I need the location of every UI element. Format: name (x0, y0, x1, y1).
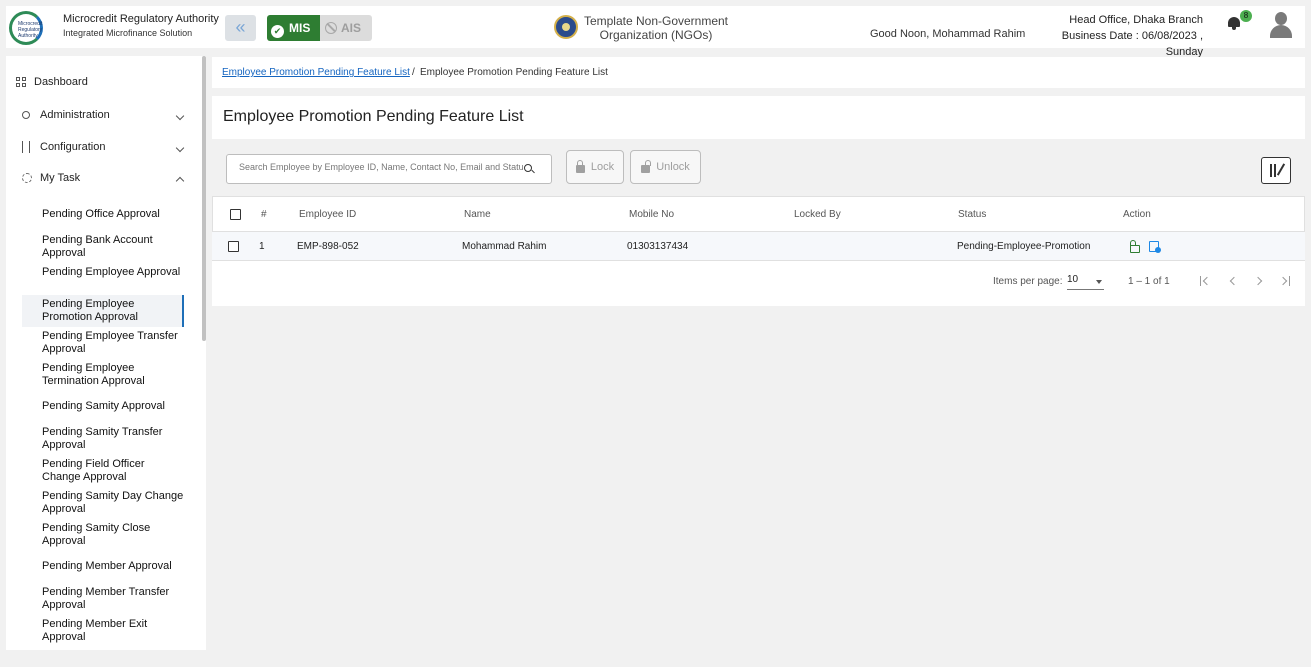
chevron-down-icon[interactable] (175, 111, 185, 121)
unlock-icon[interactable] (1130, 239, 1140, 253)
row-checkbox[interactable] (228, 232, 239, 260)
page-title-bar: Employee Promotion Pending Feature List (212, 96, 1305, 139)
org-seal-logo (554, 15, 578, 39)
first-page-button[interactable] (1199, 275, 1212, 287)
unlock-icon (641, 159, 652, 173)
sidebar-item-pending-bank-account-approval[interactable]: Pending Bank Account Approval (22, 234, 184, 260)
user-avatar[interactable] (1270, 12, 1292, 38)
sidebar-item-dashboard[interactable]: Dashboard (16, 76, 88, 88)
chevron-up-icon[interactable] (175, 176, 185, 186)
row-mobile: 01303137434 (627, 240, 689, 252)
sidebar-item-pending-employee-approval[interactable]: Pending Employee Approval (22, 266, 184, 279)
unlock-button[interactable]: Unlock (630, 150, 701, 184)
column-header-employee-id[interactable]: Employee ID (299, 197, 356, 231)
column-settings-button[interactable] (1261, 157, 1291, 184)
column-header-index: # (261, 208, 267, 220)
breadcrumb-separator: / (412, 67, 415, 78)
sidebar-item-pending-member-approval[interactable]: Pending Member Approval (22, 560, 184, 573)
bell-icon (1227, 15, 1241, 31)
sidebar-scrollbar[interactable] (202, 56, 206, 341)
prev-page-button[interactable] (1227, 275, 1239, 287)
sliders-icon (22, 141, 30, 153)
sidebar: Dashboard Administration Configuration M… (6, 56, 206, 650)
edit-document-icon[interactable] (1149, 240, 1161, 253)
page-range: 1 – 1 of 1 (1128, 276, 1170, 287)
top-header: Microcredit Regulatory Authority Microcr… (6, 6, 1305, 58)
row-actions (1130, 232, 1161, 260)
ais-toggle-button[interactable]: AIS (320, 15, 372, 41)
last-page-button[interactable] (1278, 275, 1291, 287)
dashboard-grid-icon (16, 76, 28, 88)
ban-icon (325, 22, 337, 34)
task-spinner-icon (22, 173, 32, 183)
sidebar-item-pending-samity-day-change-approval[interactable]: Pending Samity Day Change Approval (22, 490, 184, 516)
column-header-mobile[interactable]: Mobile No (629, 197, 674, 231)
sidebar-item-pending-member-transfer-approval[interactable]: Pending Member Transfer Approval (22, 586, 184, 612)
sidebar-item-pending-member-exit-approval[interactable]: Pending Member Exit Approval (22, 618, 184, 644)
sidebar-item-pending-employee-promotion-approval[interactable]: Pending Employee Promotion Approval (22, 295, 184, 327)
items-per-page-value: 10 (1067, 274, 1079, 285)
business-date: Business Date : 06/08/2023 , Sunday (1061, 30, 1203, 58)
breadcrumb-link[interactable]: Employee Promotion Pending Feature List (222, 67, 410, 78)
column-header-locked-by[interactable]: Locked By (794, 197, 841, 231)
mis-label: MIS (289, 21, 311, 35)
search-icon[interactable] (524, 164, 532, 172)
user-greeting: Good Noon, Mohammad Rahim (870, 28, 1026, 40)
row-index: 1 (259, 240, 265, 252)
table-header: # Employee ID Name Mobile No Locked By S… (212, 196, 1305, 232)
sidebar-item-pending-samity-transfer-approval[interactable]: Pending Samity Transfer Approval (22, 426, 184, 452)
admin-users-icon (22, 111, 30, 119)
mra-logo[interactable]: Microcredit Regulatory Authority (9, 11, 43, 45)
mis-toggle-button[interactable]: ✔ MIS (267, 15, 320, 41)
chevron-down-icon[interactable] (175, 143, 185, 153)
sidebar-item-pending-employee-termination-approval[interactable]: Pending Employee Termination Approval (22, 362, 184, 388)
sidebar-item-pending-samity-close-approval[interactable]: Pending Samity Close Approval (22, 522, 184, 548)
sidebar-item-pending-samity-approval[interactable]: Pending Samity Approval (22, 400, 184, 413)
next-page-button[interactable] (1253, 275, 1265, 287)
row-status: Pending-Employee-Promotion (957, 240, 1091, 252)
sidebar-item-administration[interactable]: Administration (22, 109, 110, 121)
sidebar-item-label: Dashboard (34, 76, 88, 88)
items-per-page-select[interactable]: 10 (1067, 274, 1104, 290)
sidebar-collapse-button[interactable]: « (225, 15, 256, 41)
sidebar-item-pending-employee-transfer-approval[interactable]: Pending Employee Transfer Approval (22, 330, 184, 356)
row-employee-id: EMP-898-052 (297, 240, 359, 252)
sidebar-item-label: Administration (40, 109, 110, 121)
ais-label: AIS (341, 21, 362, 35)
branch-name: Head Office, Dhaka Branch (1069, 14, 1203, 26)
column-header-action: Action (1123, 208, 1151, 220)
breadcrumb-current: Employee Promotion Pending Feature List (420, 67, 608, 78)
sidebar-item-pending-field-officer-change-approval[interactable]: Pending Field Officer Change Approval (22, 458, 184, 484)
brand-title: Microcredit Regulatory Authority (63, 13, 219, 25)
sidebar-item-pending-office-approval[interactable]: Pending Office Approval (22, 208, 184, 221)
double-chevron-left-icon: « (235, 17, 246, 37)
caret-down-icon (1096, 280, 1102, 284)
sidebar-item-label: Configuration (40, 141, 106, 153)
search-input[interactable] (239, 162, 524, 172)
sidebar-item-configuration[interactable]: Configuration (22, 141, 105, 153)
row-name: Mohammad Rahim (462, 240, 547, 252)
lock-icon (575, 159, 585, 173)
column-header-status[interactable]: Status (958, 197, 986, 231)
select-all-checkbox[interactable] (230, 197, 241, 231)
notification-badge: 8 (1240, 10, 1252, 22)
page-title: Employee Promotion Pending Feature List (223, 108, 524, 125)
search-field[interactable] (226, 154, 552, 184)
table-row[interactable]: 1 EMP-898-052 Mohammad Rahim 01303137434… (212, 232, 1305, 261)
paginator: Items per page: 10 1 – 1 of 1 (212, 261, 1305, 306)
items-per-page-label: Items per page: (993, 276, 1063, 287)
column-header-name[interactable]: Name (464, 197, 491, 231)
organization-name: Template Non-Government Organization (NG… (583, 14, 729, 42)
logo-text: Microcredit Regulatory Authority (18, 21, 43, 39)
sidebar-item-my-task[interactable]: My Task (22, 172, 80, 184)
data-table: # Employee ID Name Mobile No Locked By S… (212, 196, 1305, 306)
unlock-label: Unlock (656, 161, 690, 173)
branch-info: Head Office, Dhaka Branch Business Date … (1039, 12, 1203, 60)
lock-label: Lock (590, 161, 615, 173)
check-circle-icon: ✔ (271, 25, 284, 38)
brand-subtitle: Integrated Microfinance Solution (63, 28, 193, 38)
lock-button[interactable]: Lock (566, 150, 624, 184)
breadcrumb: Employee Promotion Pending Feature List … (212, 57, 1305, 88)
sidebar-item-label: My Task (40, 172, 81, 184)
